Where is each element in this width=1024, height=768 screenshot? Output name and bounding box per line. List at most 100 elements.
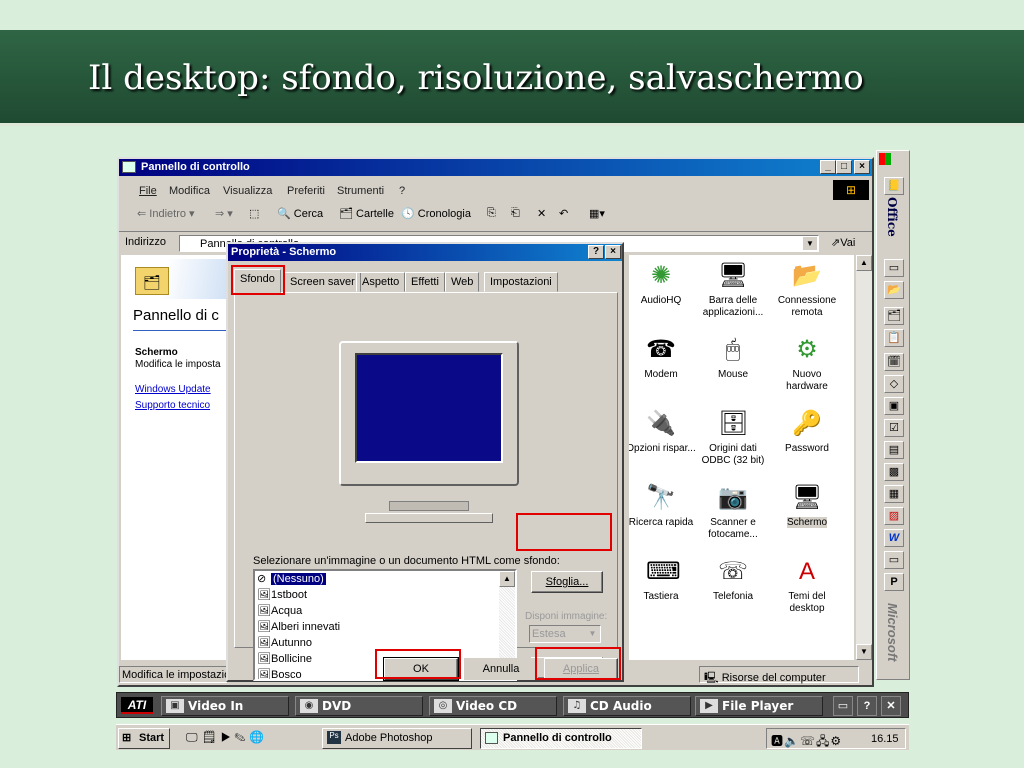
video-in-button[interactable]: ▣ Video In xyxy=(161,696,289,716)
list-item[interactable]: 🖼Autunno xyxy=(257,636,312,652)
remote-connection-icon: 📂 xyxy=(792,262,822,289)
go-button[interactable]: ⇗Vai xyxy=(831,236,855,249)
quick-launch-icons[interactable]: 🖵🗒▶✎🌐 xyxy=(186,730,268,745)
keyboard-item[interactable]: ⌨ Tastiera xyxy=(629,557,697,603)
ati-close-icon[interactable]: ✕ xyxy=(881,696,901,716)
modem-item[interactable]: ☎ Modem xyxy=(629,335,697,381)
menu-help[interactable]: ? xyxy=(399,185,405,197)
up-folder-icon[interactable]: ⬚ xyxy=(249,207,259,220)
search-button[interactable]: 🔍 Cerca xyxy=(277,207,323,220)
list-item-label: 1stboot xyxy=(271,589,308,601)
tab-effects[interactable]: Effetti xyxy=(405,272,445,292)
undo-icon[interactable]: ↶ xyxy=(559,207,568,220)
office-app-icon[interactable]: ▨ xyxy=(884,507,904,525)
scroll-up-arrow[interactable]: ▲ xyxy=(499,571,515,587)
office-app-icon[interactable]: 🗓 xyxy=(884,353,904,371)
audiohq-item[interactable]: ✺ AudioHQ xyxy=(629,261,697,307)
odbc-item[interactable]: 🗄 Origini dati ODBC (32 bit) xyxy=(697,409,769,467)
tab-background[interactable]: Sfondo xyxy=(234,269,281,293)
office-app-icon[interactable]: 🗂 xyxy=(884,307,904,325)
views-icon[interactable]: ▦▾ xyxy=(589,207,605,220)
office-app-icon[interactable]: ◇ xyxy=(884,375,904,393)
office-app-icon[interactable]: ▭ xyxy=(884,551,904,569)
help-button[interactable]: ? xyxy=(588,245,604,259)
scanner-item[interactable]: 📷 Scanner e fotocame... xyxy=(697,483,769,541)
start-button[interactable]: ⊞ Start xyxy=(118,728,170,749)
ati-help-icon[interactable]: ? xyxy=(857,696,877,716)
power-options-item[interactable]: 🔌 Opzioni rispar... xyxy=(629,409,697,455)
office-app-icon[interactable]: ▤ xyxy=(884,441,904,459)
office-app-icon[interactable]: ☑ xyxy=(884,419,904,437)
background-tab-panel: Selezionare un'immagine o un documento H… xyxy=(234,292,618,681)
tab-web[interactable]: Web xyxy=(445,272,480,292)
list-item[interactable]: 🖼Acqua xyxy=(257,604,302,620)
scroll-up-arrow[interactable]: ▲ xyxy=(856,255,872,271)
video-in-icon: ▣ xyxy=(166,699,184,713)
menu-edit[interactable]: Modifica xyxy=(169,185,210,197)
dialog-close-button[interactable]: × xyxy=(605,245,621,259)
support-link[interactable]: Supporto tecnico xyxy=(135,400,210,411)
menu-file[interactable]: File xyxy=(139,185,157,197)
cancel-button[interactable]: Annulla xyxy=(464,658,538,680)
office-app-icon[interactable]: ▭ xyxy=(884,259,904,277)
maximize-button[interactable]: □ xyxy=(836,160,852,174)
list-item[interactable]: ⊘ (Nessuno) xyxy=(257,572,326,588)
back-button[interactable]: ⇐ Indietro ▾ xyxy=(137,207,195,220)
office-app-icon[interactable]: ▣ xyxy=(884,397,904,415)
chevron-down-icon[interactable]: ▼ xyxy=(803,237,817,250)
mouse-item[interactable]: 🖱 Mouse xyxy=(697,335,769,381)
word-icon[interactable]: W xyxy=(884,529,904,547)
forward-button[interactable]: ⇒ ▾ xyxy=(215,207,233,220)
office-app-icon[interactable]: 📒 xyxy=(884,177,904,195)
tab-settings[interactable]: Impostazioni xyxy=(484,272,558,292)
delete-icon[interactable]: ✕ xyxy=(537,207,546,220)
menu-favorites[interactable]: Preferiti xyxy=(287,185,325,197)
list-item[interactable]: 🖼Bollicine xyxy=(257,652,312,668)
telephony-item[interactable]: ☏ Telefonia xyxy=(697,557,769,603)
folders-button[interactable]: 🗂 Cartelle xyxy=(339,207,394,220)
display-item[interactable]: 🖥 Schermo xyxy=(771,483,843,529)
taskbar-item[interactable]: 🖥 Barra delle applicazioni... xyxy=(697,261,769,319)
video-cd-button[interactable]: ◎ Video CD xyxy=(429,696,557,716)
power-options-icon: 🔌 xyxy=(646,410,676,437)
office-app-icon[interactable]: ▩ xyxy=(884,463,904,481)
windows-update-link[interactable]: Windows Update xyxy=(135,384,211,395)
office-app-icon[interactable]: P xyxy=(884,573,904,591)
dvd-button[interactable]: ◉ DVD xyxy=(295,696,423,716)
office-app-icon[interactable]: 📂 xyxy=(884,281,904,299)
password-item[interactable]: 🔑 Password xyxy=(771,409,843,455)
desktop-themes-item[interactable]: A Temi del desktop xyxy=(771,557,843,615)
copy-to-icon[interactable]: ⎗ xyxy=(511,207,520,220)
remote-connection-item[interactable]: 📂 Connessione remota xyxy=(771,261,843,319)
list-item[interactable]: 🖼1stboot xyxy=(257,588,307,604)
history-button[interactable]: 🕓 Cronologia xyxy=(401,207,471,220)
menu-view[interactable]: Visualizza xyxy=(223,185,272,197)
office-app-icon[interactable]: 📋 xyxy=(884,329,904,347)
menu-tools[interactable]: Strumenti xyxy=(337,185,384,197)
close-button[interactable]: × xyxy=(854,160,870,174)
scroll-down-arrow[interactable]: ▼ xyxy=(856,644,872,660)
fast-search-item[interactable]: 🔭 Ricerca rapida xyxy=(629,483,697,529)
dialog-titlebar[interactable]: Proprietà - Schermo ? × xyxy=(228,244,622,261)
minimize-button[interactable]: _ xyxy=(820,160,836,174)
office-app-icon[interactable]: ▦ xyxy=(884,485,904,503)
tray-icons[interactable]: 🅰🔈☏🖧⚙ xyxy=(771,732,842,753)
ati-monitor-icon[interactable]: ▭ xyxy=(833,696,853,716)
display-label: Schermo xyxy=(786,517,827,528)
task-photoshop[interactable]: Ps Adobe Photoshop xyxy=(322,728,472,749)
task-control-panel[interactable]: Pannello di controllo xyxy=(480,728,642,749)
move-to-icon[interactable]: ⎘ xyxy=(487,207,496,220)
vertical-scrollbar[interactable]: ▲ ▼ xyxy=(856,255,872,660)
monitor-screen xyxy=(355,353,503,463)
tab-appearance[interactable]: Aspetto xyxy=(356,272,406,292)
list-item[interactable]: 🖼Alberi innevati xyxy=(257,620,340,636)
cd-audio-button[interactable]: ♫ CD Audio xyxy=(563,696,691,716)
tab-screen-saver[interactable]: Screen saver xyxy=(284,272,361,292)
control-panel-titlebar[interactable]: Pannello di controllo _ □ × xyxy=(119,159,872,176)
new-hardware-item[interactable]: ⚙ Nuovo hardware xyxy=(771,335,843,393)
browse-button[interactable]: Sfoglia... xyxy=(531,571,603,593)
file-player-button[interactable]: ▶ File Player xyxy=(695,696,823,716)
remote-connection-label: Connessione remota xyxy=(777,295,837,318)
list-item[interactable]: 🖼Bosco xyxy=(257,668,302,679)
telephony-icon: ☏ xyxy=(718,558,749,585)
